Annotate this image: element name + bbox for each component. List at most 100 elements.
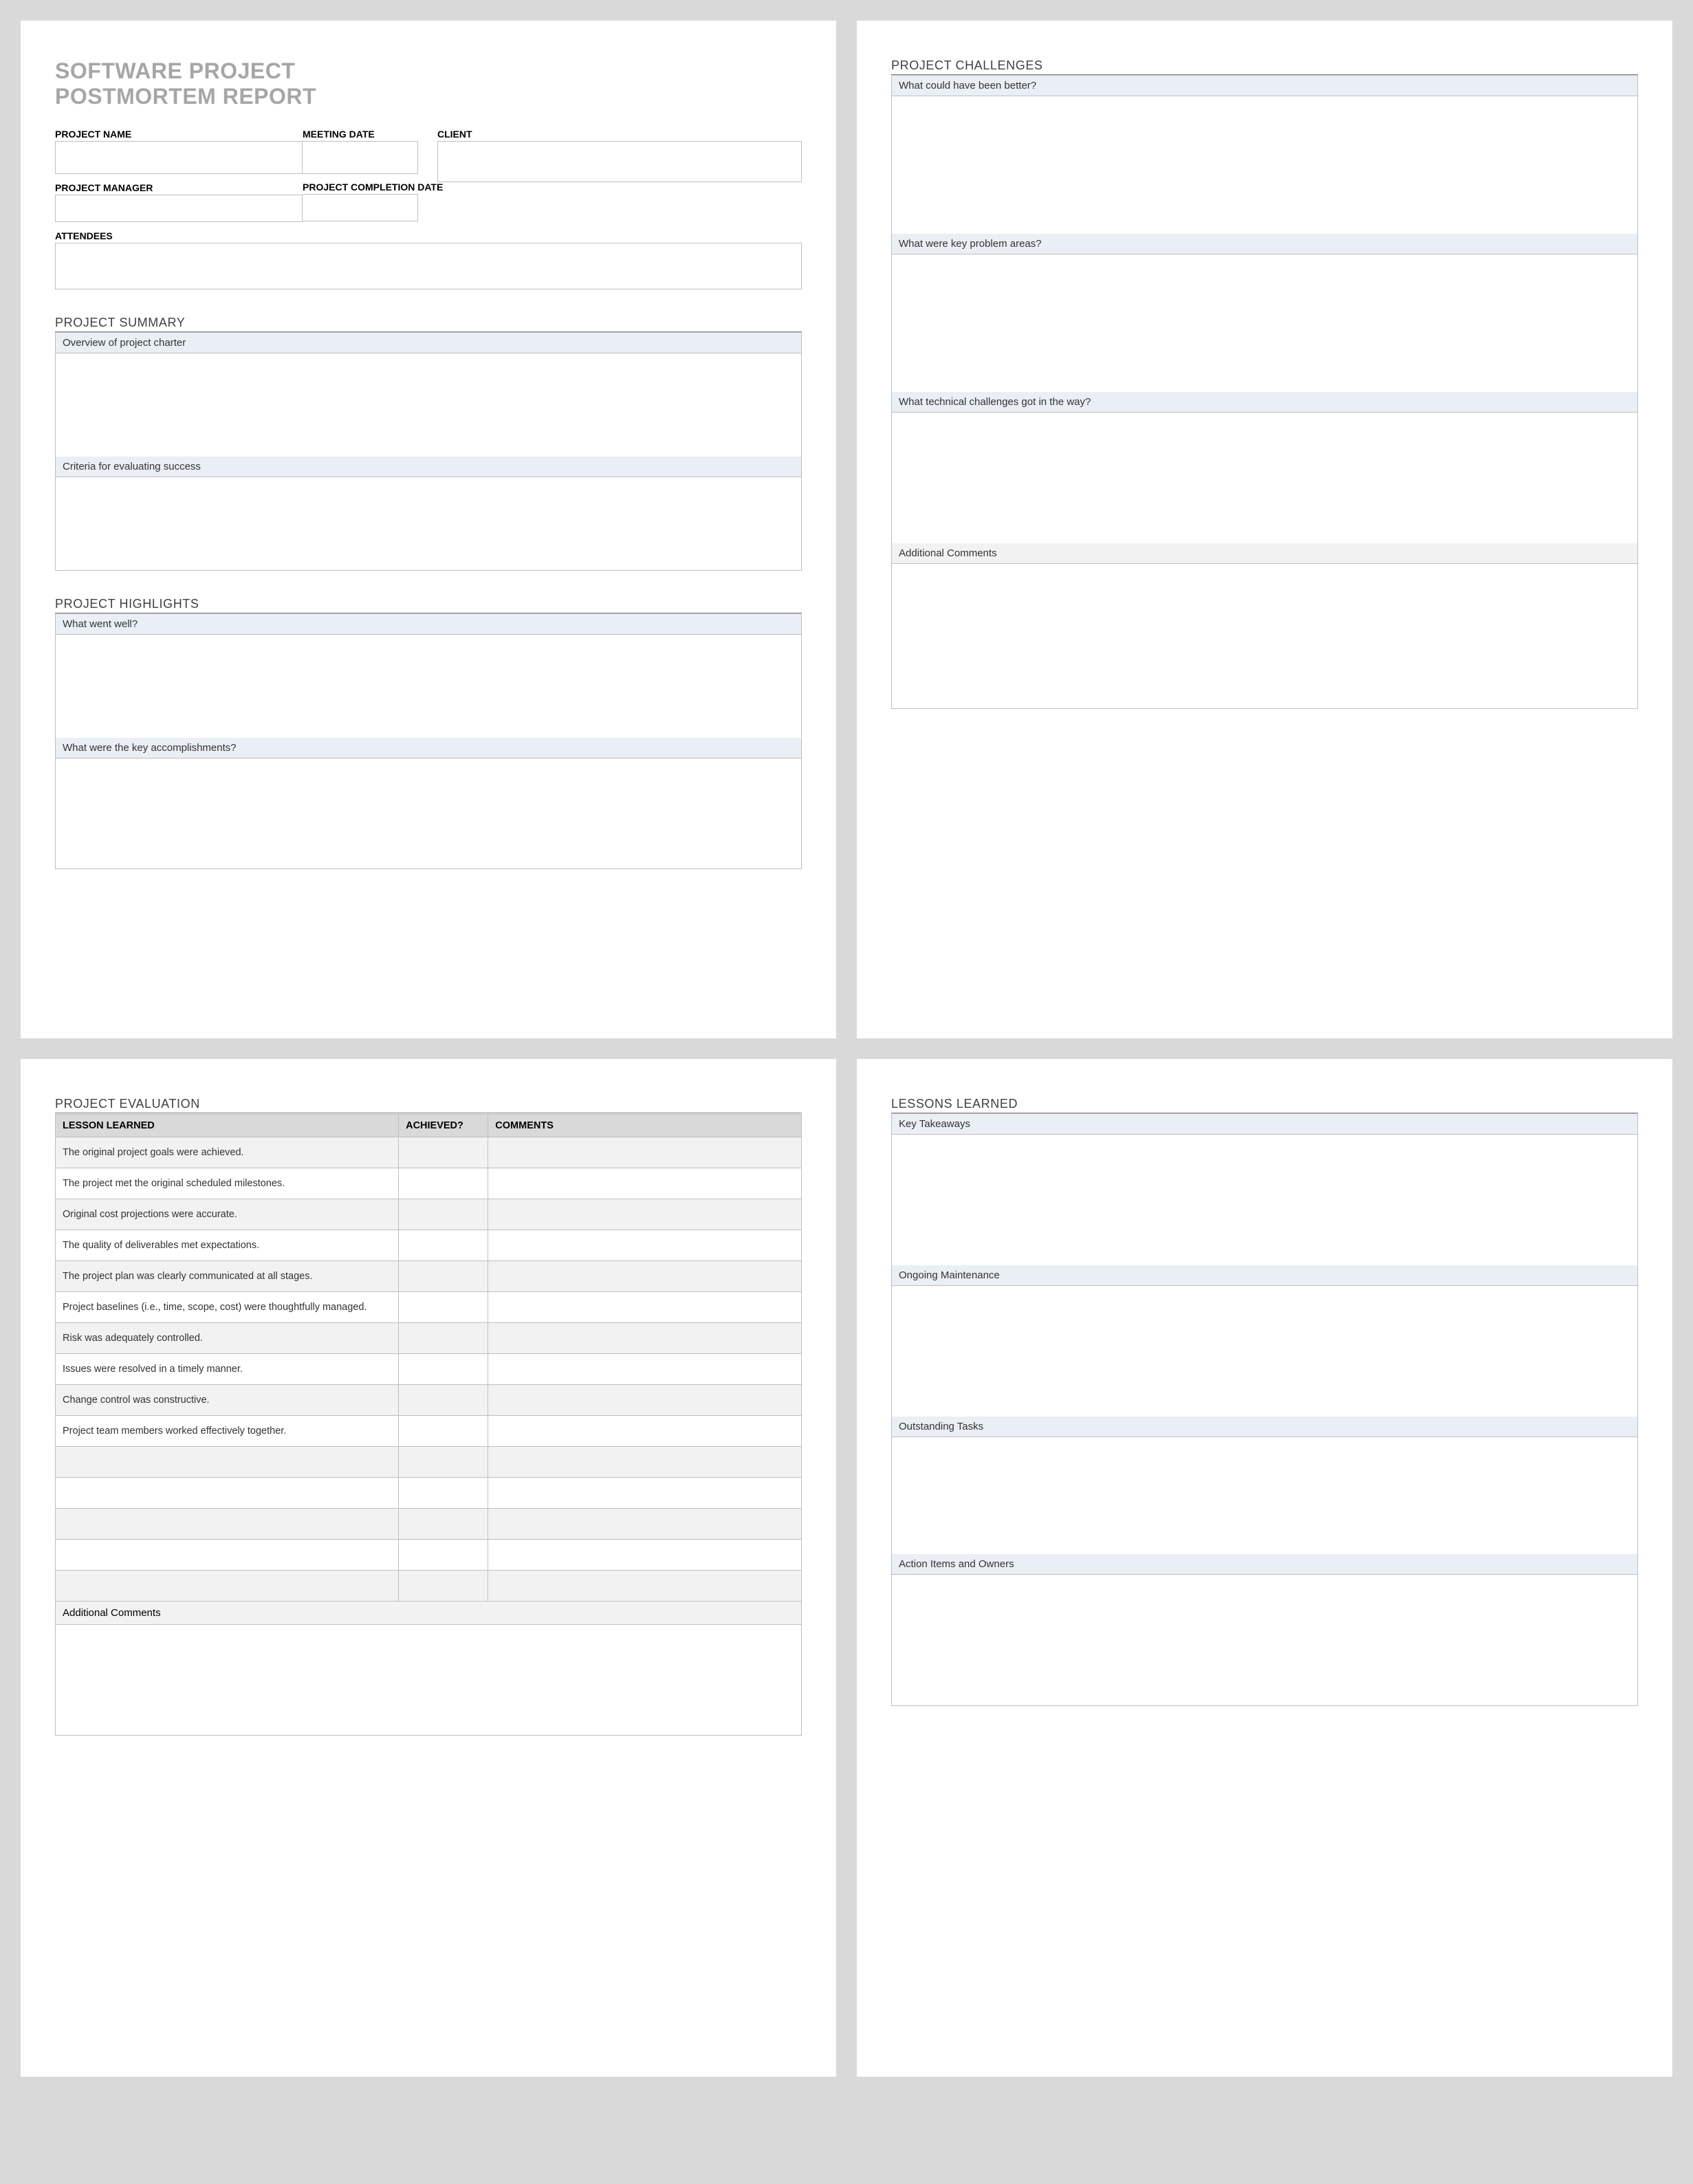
lesson-item-2-body[interactable] xyxy=(892,1437,1637,1554)
highlight-item-0-label: What went well? xyxy=(56,614,801,635)
eval-achieved-cell[interactable] xyxy=(399,1416,488,1447)
table-row: Risk was adequately controlled. xyxy=(56,1323,802,1354)
eval-col-comments: COMMENTS xyxy=(488,1115,802,1137)
lesson-item-0-label: Key Takeaways xyxy=(892,1114,1637,1135)
project-highlights-heading: PROJECT HIGHLIGHTS xyxy=(55,597,802,613)
table-row xyxy=(56,1571,802,1602)
eval-lesson-cell: Original cost projections were accurate. xyxy=(56,1199,399,1230)
table-row xyxy=(56,1447,802,1478)
table-row: The project plan was clearly communicate… xyxy=(56,1261,802,1292)
eval-achieved-cell[interactable] xyxy=(399,1478,488,1509)
eval-achieved-cell[interactable] xyxy=(399,1292,488,1323)
eval-comments-cell[interactable] xyxy=(488,1354,802,1385)
challenge-item-2-label: What technical challenges got in the way… xyxy=(892,392,1637,413)
eval-comments-cell[interactable] xyxy=(488,1261,802,1292)
project-completion-date-field[interactable] xyxy=(303,194,418,221)
lesson-item-3-label: Action Items and Owners xyxy=(892,1554,1637,1575)
eval-achieved-cell[interactable] xyxy=(399,1571,488,1602)
eval-lesson-cell xyxy=(56,1571,399,1602)
table-row: Project baselines (i.e., time, scope, co… xyxy=(56,1292,802,1323)
attendees-field[interactable] xyxy=(55,243,802,290)
project-challenges-heading: PROJECT CHALLENGES xyxy=(891,58,1638,75)
eval-comments-cell[interactable] xyxy=(488,1478,802,1509)
eval-achieved-cell[interactable] xyxy=(399,1447,488,1478)
meeting-date-field[interactable] xyxy=(303,141,418,174)
lesson-item-1-body[interactable] xyxy=(892,1286,1637,1417)
eval-lesson-cell xyxy=(56,1540,399,1571)
challenge-item-1-body[interactable] xyxy=(892,254,1637,392)
eval-comments-cell[interactable] xyxy=(488,1385,802,1416)
summary-item-0-body[interactable] xyxy=(56,353,801,457)
title-line-2: POSTMORTEM REPORT xyxy=(55,84,316,109)
challenge-item-2-body[interactable] xyxy=(892,413,1637,543)
eval-lesson-cell: Issues were resolved in a timely manner. xyxy=(56,1354,399,1385)
eval-lesson-cell: Project baselines (i.e., time, scope, co… xyxy=(56,1292,399,1323)
summary-item-1-label: Criteria for evaluating success xyxy=(56,457,801,477)
eval-comments-cell[interactable] xyxy=(488,1323,802,1354)
lessons-learned-heading: LESSONS LEARNED xyxy=(891,1097,1638,1113)
lesson-item-0-body[interactable] xyxy=(892,1135,1637,1265)
eval-comments-cell[interactable] xyxy=(488,1168,802,1199)
eval-achieved-cell[interactable] xyxy=(399,1168,488,1199)
table-row xyxy=(56,1509,802,1540)
eval-achieved-cell[interactable] xyxy=(399,1261,488,1292)
lesson-item-3-body[interactable] xyxy=(892,1575,1637,1705)
project-summary-heading: PROJECT SUMMARY xyxy=(55,316,802,332)
summary-item-1-body[interactable] xyxy=(56,477,801,570)
eval-col-lesson: LESSON LEARNED xyxy=(56,1115,399,1137)
eval-achieved-cell[interactable] xyxy=(399,1230,488,1261)
challenge-item-3-label: Additional Comments xyxy=(892,543,1637,564)
eval-lesson-cell: The project plan was clearly communicate… xyxy=(56,1261,399,1292)
challenge-item-0-body[interactable] xyxy=(892,96,1637,234)
eval-lesson-cell: Change control was constructive. xyxy=(56,1385,399,1416)
challenge-item-0-label: What could have been better? xyxy=(892,76,1637,96)
eval-achieved-cell[interactable] xyxy=(399,1323,488,1354)
table-row: The quality of deliverables met expectat… xyxy=(56,1230,802,1261)
eval-achieved-cell[interactable] xyxy=(399,1137,488,1168)
table-row: Change control was constructive. xyxy=(56,1385,802,1416)
highlight-item-1-label: What were the key accomplishments? xyxy=(56,738,801,758)
table-row: The original project goals were achieved… xyxy=(56,1137,802,1168)
eval-lesson-cell: The original project goals were achieved… xyxy=(56,1137,399,1168)
document-title: SOFTWARE PROJECT POSTMORTEM REPORT xyxy=(55,58,802,109)
eval-comments-cell[interactable] xyxy=(488,1509,802,1540)
eval-comments-cell[interactable] xyxy=(488,1447,802,1478)
eval-comments-cell[interactable] xyxy=(488,1230,802,1261)
client-label: CLIENT xyxy=(437,129,802,140)
eval-achieved-cell[interactable] xyxy=(399,1509,488,1540)
eval-comments-cell[interactable] xyxy=(488,1199,802,1230)
eval-comments-cell[interactable] xyxy=(488,1292,802,1323)
table-row: Project team members worked effectively … xyxy=(56,1416,802,1447)
page-3: PROJECT EVALUATION LESSON LEARNED ACHIEV… xyxy=(21,1059,836,2077)
eval-achieved-cell[interactable] xyxy=(399,1540,488,1571)
eval-additional-comments-label: Additional Comments xyxy=(56,1602,801,1625)
eval-achieved-cell[interactable] xyxy=(399,1199,488,1230)
project-evaluation-heading: PROJECT EVALUATION xyxy=(55,1097,802,1113)
eval-comments-cell[interactable] xyxy=(488,1137,802,1168)
eval-additional-comments-body[interactable] xyxy=(56,1625,801,1735)
page-1: SOFTWARE PROJECT POSTMORTEM REPORT PROJE… xyxy=(21,21,836,1038)
project-name-field[interactable] xyxy=(55,141,303,174)
challenge-item-1-label: What were key problem areas? xyxy=(892,234,1637,254)
meeting-date-label: MEETING DATE xyxy=(303,129,418,140)
table-row: The project met the original scheduled m… xyxy=(56,1168,802,1199)
eval-col-achieved: ACHIEVED? xyxy=(399,1115,488,1137)
highlight-item-0-body[interactable] xyxy=(56,635,801,738)
eval-comments-cell[interactable] xyxy=(488,1416,802,1447)
eval-comments-cell[interactable] xyxy=(488,1571,802,1602)
eval-lesson-cell: The project met the original scheduled m… xyxy=(56,1168,399,1199)
table-row xyxy=(56,1540,802,1571)
eval-achieved-cell[interactable] xyxy=(399,1385,488,1416)
lesson-item-2-label: Outstanding Tasks xyxy=(892,1417,1637,1437)
summary-item-0-label: Overview of project charter xyxy=(56,333,801,353)
highlight-item-1-body[interactable] xyxy=(56,758,801,869)
table-row: Original cost projections were accurate. xyxy=(56,1199,802,1230)
project-manager-label: PROJECT MANAGER xyxy=(55,182,303,193)
client-field[interactable] xyxy=(437,141,802,182)
eval-comments-cell[interactable] xyxy=(488,1540,802,1571)
eval-lesson-cell xyxy=(56,1478,399,1509)
eval-achieved-cell[interactable] xyxy=(399,1354,488,1385)
challenge-item-3-body[interactable] xyxy=(892,564,1637,708)
project-manager-field[interactable] xyxy=(55,195,303,222)
project-completion-date-label: PROJECT COMPLETION DATE xyxy=(303,182,418,193)
